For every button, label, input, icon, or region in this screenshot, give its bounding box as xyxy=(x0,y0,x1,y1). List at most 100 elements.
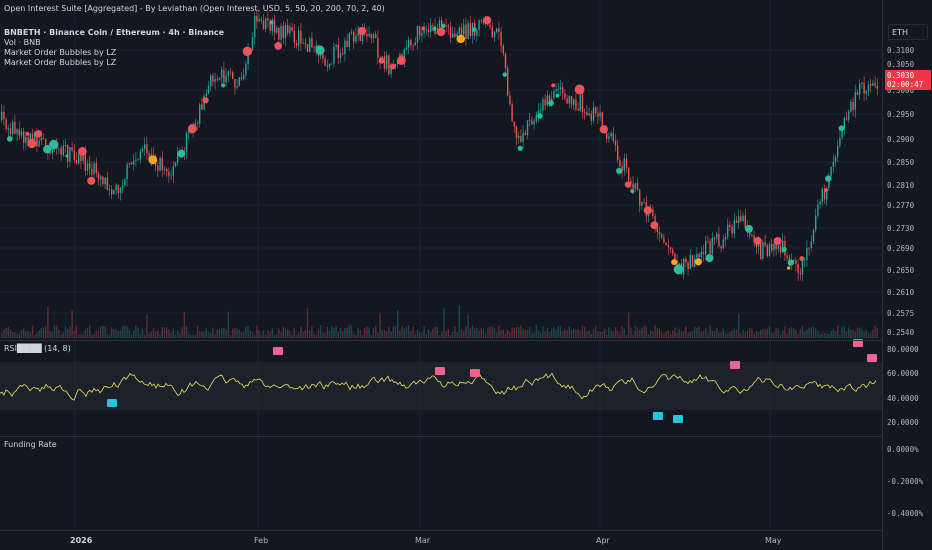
candle-body xyxy=(740,216,742,222)
candle-body xyxy=(533,121,535,125)
volume-bar xyxy=(551,328,553,338)
volume-bar xyxy=(348,325,350,338)
price-tick: 0.2730 xyxy=(887,224,915,233)
candle-body xyxy=(137,159,139,161)
volume-bar xyxy=(216,329,218,338)
candle-body xyxy=(819,201,821,205)
candle-body xyxy=(139,151,141,160)
rsi-legend[interactable]: RSI████ (14, 8) xyxy=(4,344,71,354)
volume-bar xyxy=(482,328,485,338)
volume-bar xyxy=(113,328,115,338)
price-tick: 0.2850 xyxy=(887,158,915,167)
volume-bar xyxy=(762,328,764,338)
candle-body xyxy=(557,88,559,90)
symbol-legend[interactable]: BNBETH · Binance Coin / Ethereum · 4h · … xyxy=(4,28,224,38)
volume-bar xyxy=(804,331,806,338)
volume-bar xyxy=(793,328,795,338)
volume-bar xyxy=(628,312,630,338)
price-chart-canvas[interactable] xyxy=(0,0,882,550)
volume-bar xyxy=(685,326,687,338)
funding-legend[interactable]: Funding Rate xyxy=(4,440,57,450)
candle-body xyxy=(408,39,410,48)
volume-bar xyxy=(71,310,73,338)
candle-body xyxy=(555,89,557,92)
candle-body xyxy=(322,53,324,59)
candle-body xyxy=(425,29,427,31)
order-bubble xyxy=(745,224,753,233)
candle-body xyxy=(23,131,25,143)
volume-bar xyxy=(137,327,139,338)
volume-bar xyxy=(782,330,784,338)
candle-body xyxy=(339,52,342,58)
volume-bar xyxy=(557,325,559,338)
volume-bar xyxy=(562,331,564,338)
ticker-badge[interactable]: ETH xyxy=(888,24,928,40)
volume-bar xyxy=(386,331,388,338)
candle-body xyxy=(370,33,372,39)
candle-body xyxy=(733,220,735,234)
candle-body xyxy=(291,26,293,31)
volume-bar xyxy=(427,329,430,338)
candle-body xyxy=(771,244,773,251)
volume-bar xyxy=(553,326,555,338)
volume-bar xyxy=(236,328,238,338)
pane-divider-rsi[interactable] xyxy=(0,340,882,341)
volume-legend[interactable]: Vol · BNB xyxy=(4,38,41,48)
volume-bar xyxy=(735,329,738,338)
candle-body xyxy=(258,19,260,22)
pane-divider-funding[interactable] xyxy=(0,436,882,437)
volume-bar xyxy=(183,312,185,338)
volume-bar xyxy=(456,332,458,338)
volume-bar xyxy=(3,329,5,338)
volume-bar xyxy=(166,327,168,338)
volume-bar xyxy=(859,327,861,338)
price-tick: 0.2950 xyxy=(887,110,915,119)
volume-bar xyxy=(843,326,845,338)
candle-body xyxy=(852,101,854,110)
candle-body xyxy=(313,47,315,49)
candle-body xyxy=(102,176,104,184)
candle-body xyxy=(62,145,64,155)
volume-bar xyxy=(254,334,256,338)
volume-bar xyxy=(326,326,328,338)
volume-bar xyxy=(724,333,727,338)
volume-bar xyxy=(293,327,295,338)
volume-bar xyxy=(603,328,606,338)
volume-bar xyxy=(40,328,42,338)
candle-body xyxy=(685,258,687,263)
volume-bar xyxy=(82,334,84,338)
volume-bar xyxy=(75,325,78,338)
candle-body xyxy=(744,215,746,228)
candle-body xyxy=(42,137,45,140)
volume-bar xyxy=(397,310,399,338)
bubbles-legend-2[interactable]: Market Order Bubbles by LZ xyxy=(4,58,116,68)
bubbles-legend-1[interactable]: Market Order Bubbles by LZ xyxy=(4,48,116,58)
volume-bar xyxy=(581,325,584,338)
candle-body xyxy=(511,104,513,122)
volume-bar xyxy=(23,328,25,338)
volume-bar xyxy=(667,330,669,338)
candle-body xyxy=(454,33,456,38)
order-bubble xyxy=(378,57,385,64)
candle-body xyxy=(815,215,817,231)
candle-body xyxy=(493,32,496,38)
candle-body xyxy=(707,241,709,242)
volume-bar xyxy=(405,326,408,338)
price-axis[interactable]: ETH 0.3100 0.3050 0.3000 0.2950 0.2900 0… xyxy=(882,0,932,550)
candle-body xyxy=(298,30,300,46)
candle-body xyxy=(634,183,636,189)
volume-bar xyxy=(766,328,768,338)
candle-body xyxy=(130,162,133,165)
volume-bar xyxy=(535,325,537,338)
volume-bar xyxy=(500,330,502,338)
volume-bar xyxy=(199,330,201,338)
volume-bar xyxy=(366,326,368,338)
candle-body xyxy=(289,26,291,34)
price-tick: 0.2770 xyxy=(887,201,915,210)
volume-bar xyxy=(416,329,419,338)
candle-body xyxy=(375,34,377,38)
volume-bar xyxy=(771,332,773,338)
order-bubble xyxy=(269,20,274,25)
candle-body xyxy=(229,71,232,73)
volume-bar xyxy=(449,334,452,338)
